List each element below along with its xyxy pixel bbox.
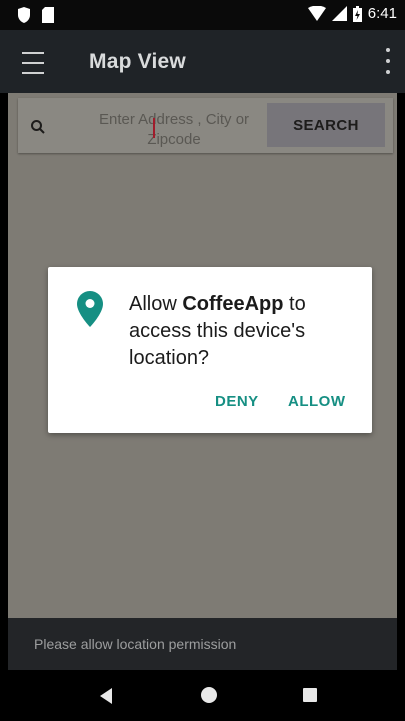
shield-icon [18, 7, 30, 23]
screen: 6:41 Map View Enter Address , City or Zi… [0, 0, 405, 721]
status-time: 6:41 [367, 5, 397, 22]
app-bar: Map View [0, 30, 405, 93]
deny-button[interactable]: DENY [215, 393, 259, 410]
overflow-menu-icon[interactable] [383, 48, 393, 74]
text-cursor [153, 118, 155, 138]
search-icon [31, 120, 45, 134]
back-icon[interactable] [100, 688, 112, 704]
sd-card-icon [42, 7, 54, 23]
hamburger-icon[interactable] [22, 48, 52, 74]
snackbar-message: Please allow location permission [8, 618, 397, 670]
wifi-icon [307, 6, 326, 21]
battery-icon [352, 5, 362, 22]
signal-icon [331, 6, 347, 21]
status-left-icons [18, 7, 54, 23]
allow-button[interactable]: ALLOW [288, 393, 345, 410]
dialog-app-name: CoffeeApp [182, 293, 284, 315]
search-placeholder: Enter Address , City or Zipcode [98, 111, 250, 148]
status-bar: 6:41 [0, 0, 405, 30]
navigation-bar [0, 670, 405, 721]
home-icon[interactable] [201, 687, 217, 703]
dialog-message-prefix: Allow [129, 293, 183, 315]
dialog-message: Allow CoffeeApp to access this device's … [129, 291, 349, 372]
search-button[interactable]: SEARCH [267, 103, 385, 147]
search-bar: Enter Address , City or Zipcode SEARCH [18, 98, 393, 153]
location-pin-icon [77, 291, 103, 327]
page-title: Map View [89, 50, 186, 73]
permission-dialog: Allow CoffeeApp to access this device's … [48, 267, 372, 433]
status-right-icons: 6:41 [307, 5, 397, 22]
recents-icon[interactable] [303, 688, 317, 702]
